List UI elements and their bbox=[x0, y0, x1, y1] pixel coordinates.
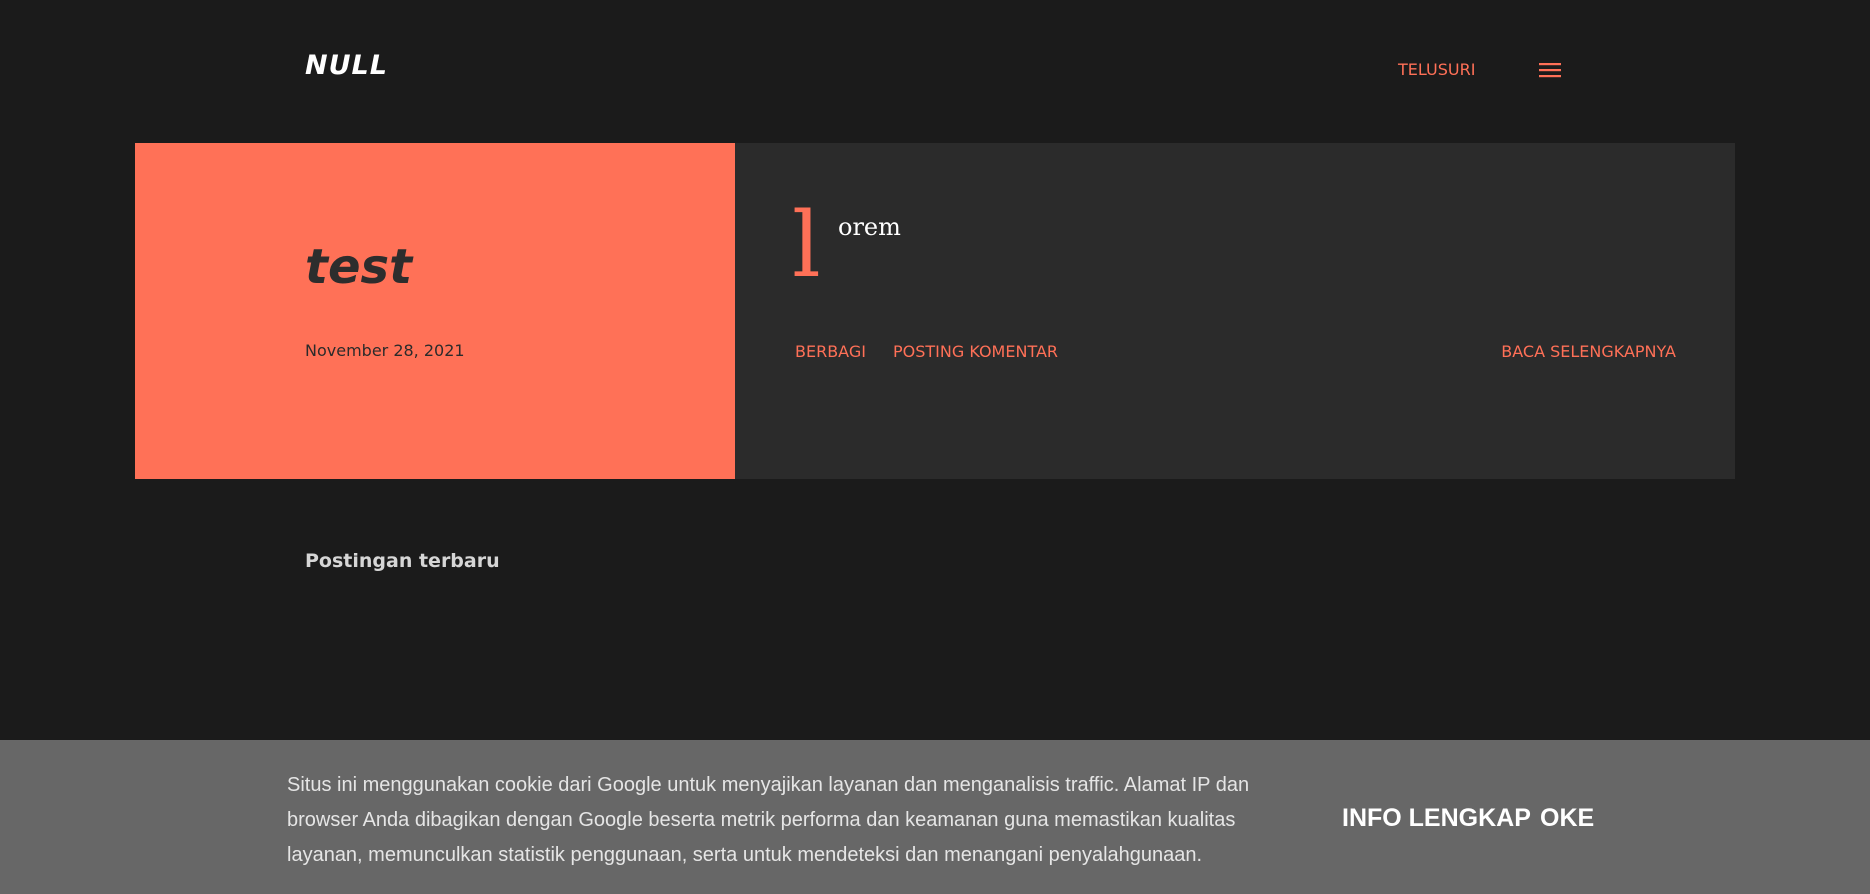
post-snippet: orem bbox=[838, 213, 901, 241]
hamburger-menu-icon bbox=[1538, 63, 1561, 78]
site-title[interactable]: NULL bbox=[305, 50, 388, 81]
post-date: November 28, 2021 bbox=[305, 341, 465, 360]
recent-posts-heading: Postingan terbaru bbox=[305, 550, 500, 572]
post-card: test November 28, 2021 l orem BERBAGI PO… bbox=[135, 143, 1735, 479]
cookie-ok-button[interactable]: OKE bbox=[1540, 804, 1594, 833]
share-button[interactable]: BERBAGI bbox=[795, 342, 866, 361]
post-title[interactable]: test bbox=[305, 239, 412, 295]
search-link[interactable]: TELUSURI bbox=[1398, 60, 1475, 79]
cookie-message: Situs ini menggunakan cookie dari Google… bbox=[287, 774, 1250, 866]
cookie-consent-bar: Situs ini menggunakan cookie dari Google… bbox=[0, 740, 1870, 894]
post-comment-button[interactable]: POSTING KOMENTAR bbox=[893, 342, 1058, 361]
menu-button[interactable] bbox=[1536, 58, 1563, 82]
post-header-panel: test November 28, 2021 bbox=[135, 143, 735, 479]
snippet-dropcap: l bbox=[792, 193, 821, 298]
post-body-panel: l orem BERBAGI POSTING KOMENTAR BACA SEL… bbox=[735, 143, 1735, 479]
read-more-link[interactable]: BACA SELENGKAPNYA bbox=[1501, 342, 1676, 361]
cookie-info-button[interactable]: INFO LENGKAP bbox=[1342, 804, 1531, 833]
